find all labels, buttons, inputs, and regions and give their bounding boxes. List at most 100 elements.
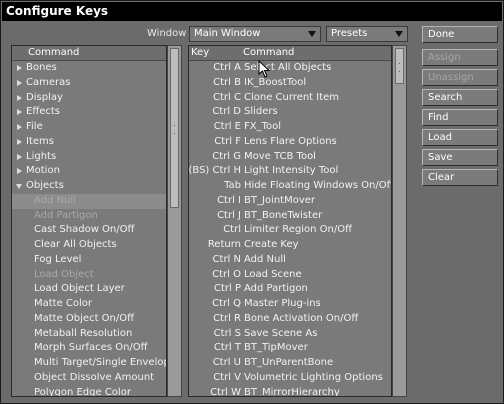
command-tree-item[interactable]: Fog Level	[12, 253, 166, 268]
key-cell: Ctrl A	[213, 62, 241, 73]
key-assignment-row[interactable]: Ctrl Limiter Region On/Off	[189, 223, 391, 238]
command-cell: BT_MirrorHierarchy	[244, 386, 340, 397]
command-tree-item[interactable]: Load Object	[12, 268, 166, 283]
key-assignment-row[interactable]: Ctrl Q Master Plug-ins	[189, 297, 391, 312]
key-assignment-row[interactable]: Ctrl A Select All Objects	[189, 61, 391, 76]
unassign-button[interactable]: Unassign	[422, 69, 498, 86]
command-tree-item[interactable]: Display	[12, 91, 166, 106]
key-assignment-row[interactable]: Ctrl W BT_MirrorHierarchy	[189, 386, 391, 397]
collapsed-triangle-icon[interactable]	[17, 94, 22, 101]
command-cell: Lens Flare Options	[244, 135, 337, 147]
key-cell: Ctrl E	[213, 121, 241, 132]
key-assignment-row[interactable]: Tab Hide Floating Windows On/Off	[189, 179, 391, 194]
command-tree-item-label: Add Partigon	[34, 209, 98, 221]
command-tree-item[interactable]: Lights	[12, 150, 166, 165]
expanded-triangle-icon[interactable]	[16, 184, 22, 189]
window-dropdown[interactable]: Main Window	[189, 26, 321, 42]
command-tree-item-label: Clear All Objects	[34, 239, 117, 250]
command-cell: BT_UnParentBone	[244, 357, 334, 368]
command-tree-item[interactable]: Matte Color	[12, 297, 166, 312]
command-column-header[interactable]: Command	[243, 46, 294, 60]
key-assignment-list[interactable]: Key Command Ctrl A Select All Objects Ctrl…	[188, 45, 392, 397]
key-cell: Ctrl V	[213, 371, 241, 383]
key-assignment-row[interactable]: (BS) Ctrl H Light Intensity Tool	[189, 164, 391, 179]
command-tree-item[interactable]: Morph Surfaces On/Off	[12, 341, 166, 356]
key-assignment-row[interactable]: Ctrl G Move TCB Tool	[189, 150, 391, 165]
presets-dropdown[interactable]: Presets	[326, 26, 408, 42]
save-button[interactable]: Save	[422, 149, 498, 166]
command-tree-item-label: Object Dissolve Amount	[34, 371, 155, 383]
command-tree-item[interactable]: Multi Target/Single Envelop...	[12, 356, 166, 371]
key-cell: Ctrl O	[212, 268, 241, 280]
command-tree-item[interactable]: Add Null	[12, 193, 166, 209]
command-tree-item[interactable]: Metaball Resolution	[12, 327, 166, 342]
command-cell: Create Key	[244, 239, 299, 250]
scrollbar-thumb[interactable]	[395, 48, 404, 84]
command-tree-item[interactable]: File	[12, 120, 166, 135]
command-column-header[interactable]: Command	[12, 46, 166, 61]
command-tree-item[interactable]: Object Dissolve Amount	[12, 371, 166, 386]
key-assignment-row[interactable]: Ctrl O Load Scene	[189, 268, 391, 283]
chevron-down-icon	[395, 31, 403, 37]
key-assignment-row[interactable]: Ctrl T BT_TipMover	[189, 341, 391, 356]
collapsed-triangle-icon[interactable]	[17, 79, 22, 86]
command-tree-item-label: Effects	[26, 106, 60, 118]
key-column-header[interactable]: Key	[191, 46, 209, 60]
collapsed-triangle-icon[interactable]	[17, 138, 22, 145]
command-tree-item-label: Metaball Resolution	[34, 327, 133, 339]
command-cell: BT_JointMover	[244, 194, 316, 206]
key-assignment-row[interactable]: Ctrl D Sliders	[189, 105, 391, 120]
command-tree-item[interactable]: Load Object Layer	[12, 282, 166, 297]
command-tree-item-label: Motion	[26, 165, 60, 177]
command-cell: Clone Current Item	[244, 91, 340, 103]
key-cell: Ctrl F	[214, 135, 241, 147]
key-cell: Tab	[224, 180, 241, 191]
command-tree-item[interactable]: Polygon Edge Color	[12, 386, 166, 397]
command-tree-item[interactable]: Effects	[12, 105, 166, 120]
collapsed-triangle-icon[interactable]	[17, 109, 22, 116]
command-tree-item[interactable]: Motion	[12, 164, 166, 179]
scrollbar-thumb[interactable]	[170, 48, 179, 208]
command-tree-item[interactable]: Items	[12, 135, 166, 150]
command-tree-item[interactable]: Matte Object On/Off	[12, 312, 166, 327]
collapsed-triangle-icon[interactable]	[17, 153, 22, 160]
command-tree-item[interactable]: Objects	[12, 179, 166, 194]
key-list-scrollbar[interactable]	[392, 45, 407, 397]
command-cell: IK_BoostTool	[244, 76, 307, 88]
clear-button[interactable]: Clear	[422, 169, 498, 186]
key-assignment-row[interactable]: Ctrl S Save Scene As	[189, 327, 391, 342]
key-assignment-row[interactable]: Ctrl N Add Null	[189, 253, 391, 268]
key-assignment-row[interactable]: Ctrl U BT_UnParentBone	[189, 356, 391, 371]
window-label: Window	[147, 28, 187, 39]
window-dropdown-value: Main Window	[194, 28, 261, 39]
command-tree-item[interactable]: Cast Shadow On/Off	[12, 223, 166, 238]
command-tree-list[interactable]: Command Bones Cameras Display Effects File It…	[11, 45, 167, 397]
command-tree-scrollbar[interactable]	[167, 45, 182, 397]
collapsed-triangle-icon[interactable]	[17, 168, 22, 175]
collapsed-triangle-icon[interactable]	[17, 65, 22, 71]
key-assignment-row[interactable]: Return Create Key	[189, 238, 391, 253]
done-button[interactable]: Done	[422, 26, 498, 43]
command-tree-item[interactable]: Clear All Objects	[12, 238, 166, 253]
command-tree-item[interactable]: Bones	[12, 61, 166, 76]
command-tree-item-label: Display	[26, 91, 63, 103]
command-tree-item-label: File	[26, 121, 43, 132]
key-assignment-row[interactable]: Ctrl F Lens Flare Options	[189, 135, 391, 150]
command-tree-item[interactable]: Cameras	[12, 76, 166, 91]
key-assignment-row[interactable]: Ctrl V Volumetric Lighting Options	[189, 371, 391, 386]
find-button[interactable]: Find	[422, 109, 498, 126]
command-tree-item[interactable]: Add Partigon	[12, 209, 166, 224]
assign-button[interactable]: Assign	[422, 49, 498, 66]
collapsed-triangle-icon[interactable]	[17, 124, 22, 130]
key-assignment-row[interactable]: Ctrl P Add Partigon	[189, 282, 391, 297]
key-assignment-rows: Ctrl A Select All Objects Ctrl B IK_BoostTo…	[189, 61, 391, 397]
key-assignment-row[interactable]: Ctrl B IK_BoostTool	[189, 76, 391, 91]
key-assignment-row[interactable]: Ctrl J BT_BoneTwister	[189, 209, 391, 224]
key-assignment-row[interactable]: Ctrl E FX_Tool	[189, 120, 391, 135]
search-button[interactable]: Search	[422, 89, 498, 106]
load-button[interactable]: Load	[422, 129, 498, 146]
key-assignment-row[interactable]: Ctrl I BT_JointMover	[189, 194, 391, 209]
key-cell: Ctrl G	[212, 150, 241, 162]
key-assignment-row[interactable]: Ctrl R Bone Activation On/Off	[189, 312, 391, 327]
key-assignment-row[interactable]: Ctrl C Clone Current Item	[189, 91, 391, 106]
